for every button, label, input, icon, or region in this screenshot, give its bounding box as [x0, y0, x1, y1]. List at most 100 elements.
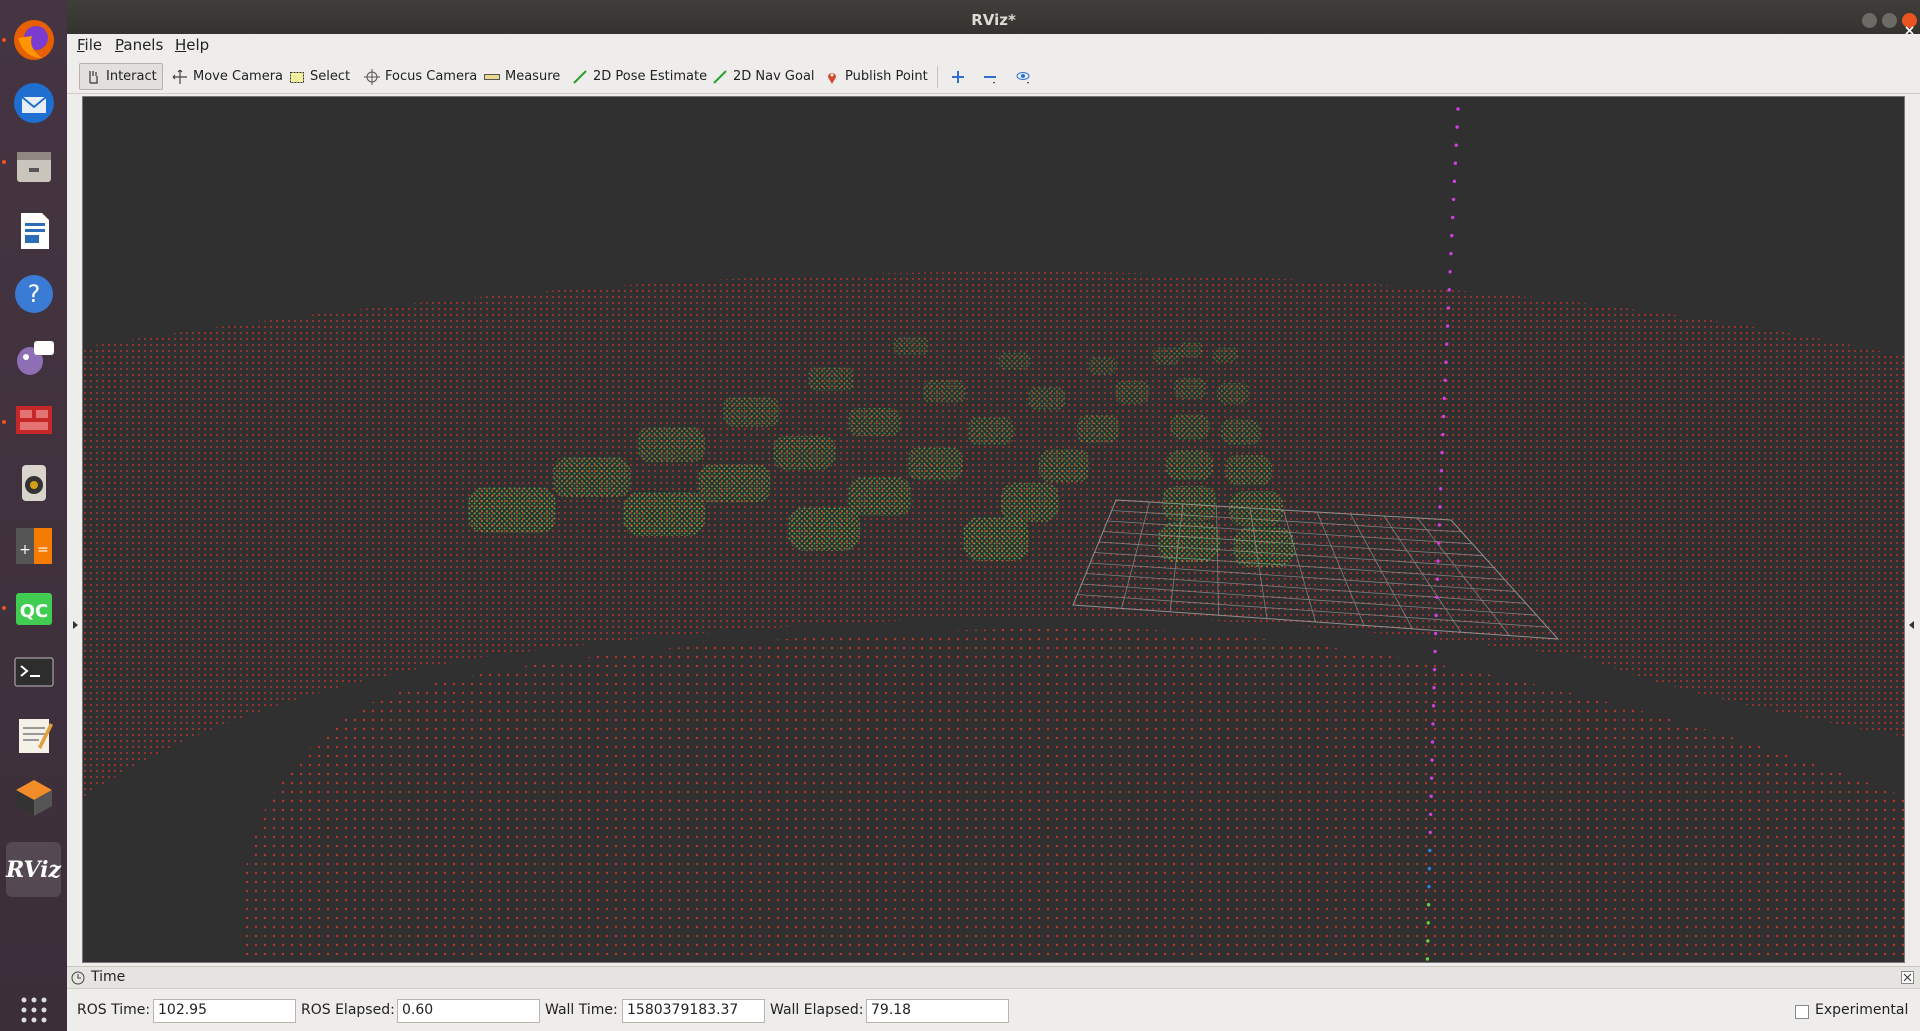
tool-2d-nav-goal[interactable]: 2D Nav Goal: [707, 63, 820, 90]
wall-time-label: Wall Time:: [545, 1002, 618, 1018]
trajectory-point: [1441, 414, 1446, 419]
menu-file-accel: F: [77, 36, 85, 54]
trajectory-point: [1426, 939, 1430, 943]
vehicle-point-cloud: [1213, 347, 1238, 363]
help-icon[interactable]: ?: [6, 266, 61, 321]
trajectory-point: [1442, 396, 1447, 401]
tool-2d-pose-estimate[interactable]: 2D Pose Estimate: [567, 63, 712, 90]
vehicle-point-cloud: [468, 487, 556, 533]
pidgin-icon[interactable]: [6, 329, 61, 384]
ruler-icon: [484, 69, 500, 85]
vehicle-point-cloud: [1115, 381, 1150, 404]
tool-select[interactable]: Select: [284, 63, 355, 90]
vehicle-point-cloud: [623, 492, 705, 536]
remove-tool-button[interactable]: [977, 63, 1003, 90]
vehicle-point-cloud: [723, 397, 780, 427]
vehicle-point-cloud: [1178, 342, 1203, 358]
tool-label: Focus Camera: [385, 69, 478, 84]
collapse-left-arrow-icon[interactable]: [71, 619, 79, 631]
vehicle-point-cloud: [998, 352, 1031, 370]
panel-close-icon[interactable]: [1901, 971, 1914, 984]
ros-elapsed-field[interactable]: 0.60: [397, 999, 540, 1023]
trajectory-point: [1450, 215, 1455, 220]
vehicle-point-cloud: [1088, 357, 1117, 375]
package-icon[interactable]: [6, 770, 61, 825]
menu-file-rest: ile: [84, 36, 103, 54]
trajectory-point: [1439, 487, 1443, 491]
close-button[interactable]: [1902, 13, 1917, 35]
vehicle-point-cloud: [1233, 527, 1295, 567]
tool-measure[interactable]: Measure: [479, 63, 565, 90]
wall-time-field[interactable]: 1580379183.37: [622, 999, 765, 1023]
tool-interact[interactable]: Interact: [79, 63, 163, 90]
trajectory-point: [1425, 957, 1430, 961]
vehicle-point-cloud: [1174, 378, 1207, 399]
trajectory-point: [1428, 812, 1433, 817]
wall-elapsed-field[interactable]: 79.18: [866, 999, 1009, 1023]
tool-move-camera[interactable]: Move Camera: [167, 63, 288, 90]
vehicle-point-cloud: [908, 447, 963, 481]
thunderbird-icon[interactable]: [6, 75, 61, 130]
collapse-right-arrow-icon[interactable]: [1908, 619, 1916, 631]
trajectory-point: [1448, 270, 1452, 274]
trajectory-point: [1456, 107, 1460, 111]
trajectory-point: [1430, 758, 1434, 762]
trajectory-point: [1445, 324, 1450, 328]
maximize-button[interactable]: [1882, 13, 1897, 28]
speaker-icon[interactable]: [6, 455, 61, 510]
firefox-icon[interactable]: [6, 12, 61, 67]
terminal-icon[interactable]: [6, 644, 61, 699]
ros-elapsed-label: ROS Elapsed:: [301, 1002, 395, 1018]
map-pin-icon: [824, 69, 840, 85]
calculator-icon[interactable]: + =: [6, 518, 61, 573]
menu-panels[interactable]: Panels: [115, 36, 163, 54]
minimize-button[interactable]: [1862, 13, 1877, 28]
window-title: RViz*: [971, 11, 1016, 29]
view-options-button[interactable]: [1011, 63, 1037, 90]
ros-time-field[interactable]: 102.95: [153, 999, 296, 1023]
rviz-icon[interactable]: RViz: [6, 842, 61, 897]
eye-icon: [1016, 69, 1032, 85]
experimental-checkbox[interactable]: [1795, 1005, 1809, 1019]
trajectory-point: [1433, 631, 1438, 636]
vehicle-point-cloud: [968, 417, 1015, 446]
tool-label: Select: [310, 69, 351, 84]
tool-publish-point[interactable]: Publish Point: [819, 63, 933, 90]
qt-creator-icon[interactable]: QC: [6, 581, 61, 636]
tool-focus-camera[interactable]: Focus Camera: [359, 63, 482, 90]
trajectory-point: [1429, 776, 1434, 780]
menu-file[interactable]: File: [77, 36, 102, 54]
trajectory-point: [1432, 667, 1437, 672]
clock-icon: [71, 971, 85, 985]
text-editor-icon[interactable]: [6, 707, 61, 762]
app-grid-icon: [21, 997, 46, 1023]
green-arrow-icon: [572, 69, 588, 85]
3d-render-view[interactable]: [82, 96, 1905, 963]
vehicle-point-cloud: [893, 337, 929, 356]
select-icon: [289, 69, 305, 85]
show-applications-button[interactable]: [0, 990, 67, 1030]
vehicle-point-cloud: [1158, 522, 1220, 562]
vehicle-point-cloud: [923, 380, 966, 403]
vehicle-point-cloud: [1153, 347, 1180, 365]
trajectory-point: [1439, 469, 1444, 473]
vehicle-point-cloud: [1001, 483, 1060, 522]
screen-icon[interactable]: [6, 392, 61, 447]
add-tool-button[interactable]: [945, 63, 971, 90]
files-icon[interactable]: [6, 138, 61, 193]
writer-icon[interactable]: [6, 203, 61, 258]
vehicle-point-cloud: [1170, 414, 1210, 440]
running-indicator: [2, 38, 6, 42]
trajectory-point: [1428, 848, 1432, 853]
tool-label: 2D Nav Goal: [733, 69, 815, 84]
trajectory-point: [1434, 613, 1438, 618]
trajectory-point: [1450, 233, 1454, 238]
menu-help-rest: elp: [186, 36, 210, 54]
trajectory-point: [1453, 161, 1458, 165]
trajectory-point: [1435, 595, 1439, 599]
window-titlebar[interactable]: RViz*: [67, 0, 1920, 37]
menu-help[interactable]: Help: [175, 36, 209, 54]
trajectory-point: [1438, 505, 1442, 509]
trajectory-point: [1437, 523, 1442, 527]
trajectory-point: [1431, 704, 1436, 708]
